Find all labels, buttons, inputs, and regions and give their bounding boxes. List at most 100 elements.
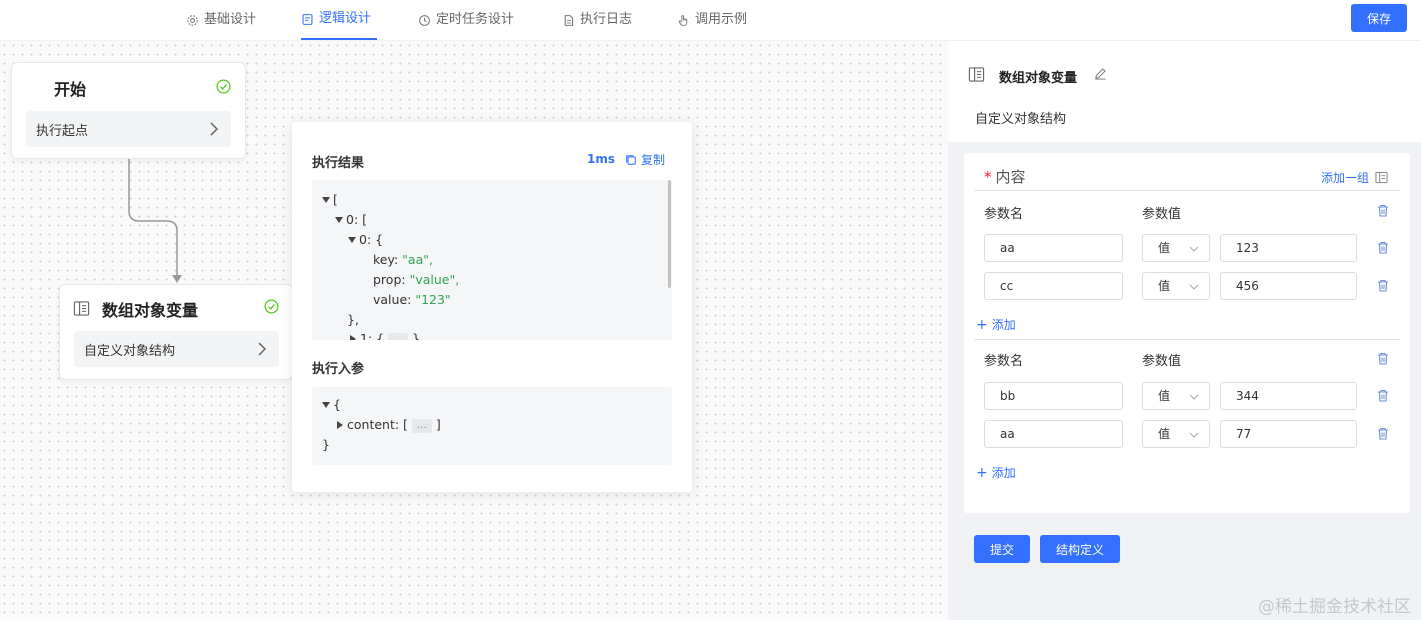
panel-header: 数组对象变量 自定义对象结构 [948, 41, 1421, 142]
add-group-label: 添加一组 [1321, 171, 1370, 185]
tab-schedule-design[interactable]: 定时任务设计 [418, 0, 514, 40]
collapse-caret-icon[interactable] [322, 402, 330, 408]
json-line: }, [347, 312, 359, 327]
param-value-header: 参数值 [1142, 207, 1182, 222]
hand-pointer-icon [678, 14, 688, 26]
delete-group-trash-icon[interactable] [1377, 204, 1389, 217]
chevron-down-icon [1189, 432, 1199, 438]
add-group-button[interactable]: 添加一组 [1321, 169, 1388, 186]
structure-definition-button[interactable]: 结构定义 [1040, 535, 1120, 563]
top-tab-bar: 基础设计 逻辑设计 定时任务设计 执行日志 调用示例 保存 [0, 0, 1421, 41]
chevron-down-icon [1189, 246, 1199, 252]
check-circle-icon [264, 299, 279, 314]
document-icon [302, 13, 313, 25]
collapse-caret-icon[interactable] [335, 217, 343, 223]
tab-call-example[interactable]: 调用示例 [677, 0, 747, 40]
chevron-down-icon [1189, 394, 1199, 400]
tab-label: 执行日志 [580, 12, 633, 27]
tab-execution-log[interactable]: 执行日志 [562, 0, 632, 40]
execution-result-popup: 执行结果 1ms 复制 [ 0: [ 0: { key: "aa", prop:… [292, 122, 692, 492]
param-value-input[interactable]: 344 [1220, 382, 1357, 410]
tab-label: 基础设计 [204, 12, 257, 27]
start-node-row[interactable]: 执行起点 [26, 111, 231, 147]
delete-row-trash-icon[interactable] [1377, 427, 1389, 440]
expand-caret-icon[interactable] [350, 335, 356, 340]
tab-basic-design[interactable]: 基础设计 [186, 0, 256, 40]
file-icon [564, 14, 574, 26]
content-config-card: * 内容 添加一组 参数名 参数值 aa 值 123 cc 值 456 + 添加 参… [964, 153, 1410, 513]
value-type-select[interactable]: 值 [1142, 272, 1210, 300]
collapsed-ellipsis[interactable]: … [411, 419, 432, 433]
collapse-caret-icon[interactable] [348, 237, 356, 243]
node-title: 开始 [54, 80, 87, 99]
json-line[interactable]: 1: { … } [350, 329, 420, 340]
json-line[interactable]: content: [ … ] [337, 415, 441, 435]
content-label: * 内容 [984, 168, 1026, 186]
json-line: } [322, 437, 330, 452]
json-line: prop: "value", [373, 272, 460, 287]
collapsed-ellipsis[interactable]: … [388, 333, 409, 340]
node-config-panel: 数组对象变量 自定义对象结构 * 内容 添加一组 参数名 参数值 aa 值 123… [948, 41, 1421, 620]
start-node[interactable]: 开始 执行起点 [11, 62, 246, 159]
result-json-viewer[interactable]: [ 0: [ 0: { key: "aa", prop: "value", va… [312, 180, 672, 340]
tab-label: 定时任务设计 [436, 12, 515, 27]
node-row-label: 自定义对象结构 [84, 343, 176, 359]
execution-result-label: 执行结果 [312, 156, 365, 171]
param-name-header: 参数名 [984, 207, 1024, 222]
divider [974, 339, 1400, 340]
plus-icon: + [976, 317, 988, 333]
panel-title: 数组对象变量 [999, 71, 1078, 86]
delete-group-trash-icon[interactable] [1377, 352, 1389, 365]
chevron-down-icon [1189, 284, 1199, 290]
chevron-right-icon [210, 122, 219, 136]
required-mark: * [984, 168, 992, 186]
gear-icon [187, 14, 198, 26]
submit-button[interactable]: 提交 [974, 535, 1030, 563]
copy-button[interactable]: 复制 [625, 151, 665, 168]
param-value-header: 参数值 [1142, 354, 1182, 369]
chevron-right-icon [258, 342, 267, 356]
clock-icon [419, 14, 430, 26]
value-type-select[interactable]: 值 [1142, 382, 1210, 410]
expand-caret-icon[interactable] [337, 421, 343, 429]
json-line[interactable]: 0: { [348, 230, 383, 250]
panel-subtitle: 自定义对象结构 [975, 112, 1067, 127]
param-name-header: 参数名 [984, 354, 1024, 369]
divider [974, 190, 1400, 191]
node-title: 数组对象变量 [102, 301, 199, 320]
collapse-caret-icon[interactable] [322, 197, 330, 203]
check-circle-icon [216, 79, 231, 94]
param-value-input[interactable]: 123 [1220, 234, 1357, 262]
delete-row-trash-icon[interactable] [1377, 279, 1389, 292]
param-name-input[interactable]: cc [984, 272, 1123, 300]
param-name-input[interactable]: aa [984, 420, 1123, 448]
node-row-label: 执行起点 [36, 123, 89, 139]
json-line[interactable]: { [322, 395, 341, 415]
array-object-variable-node[interactable]: 数组对象变量 自定义对象结构 [59, 284, 293, 380]
param-name-input[interactable]: bb [984, 382, 1123, 410]
plus-icon: + [976, 465, 988, 481]
add-row-button[interactable]: + 添加 [976, 316, 1016, 333]
param-value-input[interactable]: 77 [1220, 420, 1357, 448]
delete-row-trash-icon[interactable] [1377, 241, 1389, 254]
tab-logic-design[interactable]: 逻辑设计 [301, 0, 377, 40]
edit-pencil-icon[interactable] [1094, 67, 1107, 80]
scrollbar-thumb[interactable] [668, 180, 671, 288]
delete-row-trash-icon[interactable] [1377, 389, 1389, 402]
json-line[interactable]: [ [322, 190, 338, 210]
input-json-viewer[interactable]: { content: [ … ] } [312, 387, 672, 465]
json-line[interactable]: 0: [ [335, 210, 367, 230]
copy-icon [626, 154, 636, 165]
array-node-row[interactable]: 自定义对象结构 [74, 331, 279, 367]
add-row-button[interactable]: + 添加 [976, 464, 1016, 481]
copy-label: 复制 [641, 153, 666, 167]
value-type-select[interactable]: 值 [1142, 420, 1210, 448]
param-value-input[interactable]: 456 [1220, 272, 1357, 300]
param-name-input[interactable]: aa [984, 234, 1123, 262]
save-button[interactable]: 保存 [1351, 4, 1407, 32]
json-line: key: "aa", [373, 252, 433, 267]
execution-time: 1ms [587, 152, 615, 166]
tab-label: 逻辑设计 [319, 11, 372, 26]
value-type-select[interactable]: 值 [1142, 234, 1210, 262]
tab-label: 调用示例 [695, 12, 748, 27]
